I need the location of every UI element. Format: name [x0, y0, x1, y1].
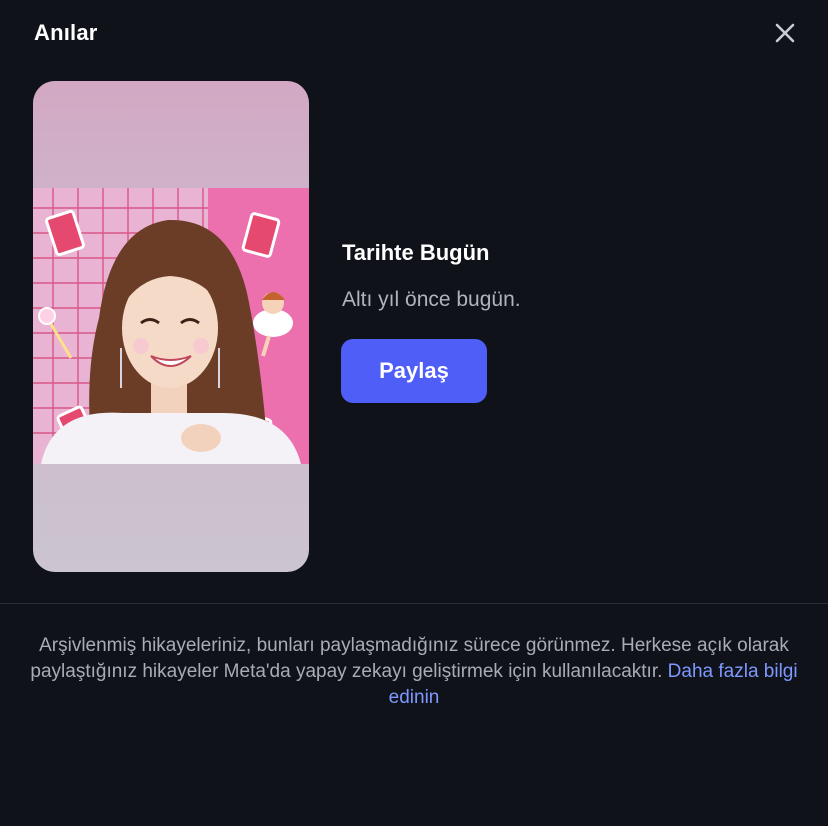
memory-heading: Tarihte Bugün [342, 240, 490, 265]
memories-dialog: Anılar Tarihte Bugün Altı yıl önce bugün… [0, 0, 828, 826]
share-button[interactable]: Paylaş [341, 339, 487, 403]
close-icon [775, 23, 795, 43]
story-photo [33, 188, 309, 464]
memory-info: Tarihte Bugün [342, 240, 489, 266]
story-preview[interactable] [33, 81, 309, 572]
divider [0, 603, 828, 604]
close-button[interactable] [770, 18, 800, 48]
dialog-title: Anılar [34, 20, 98, 45]
privacy-notice: Arşivlenmiş hikayeleriniz, bunları payla… [20, 633, 808, 711]
memory-subtitle: Altı yıl önce bugün. [342, 288, 521, 311]
